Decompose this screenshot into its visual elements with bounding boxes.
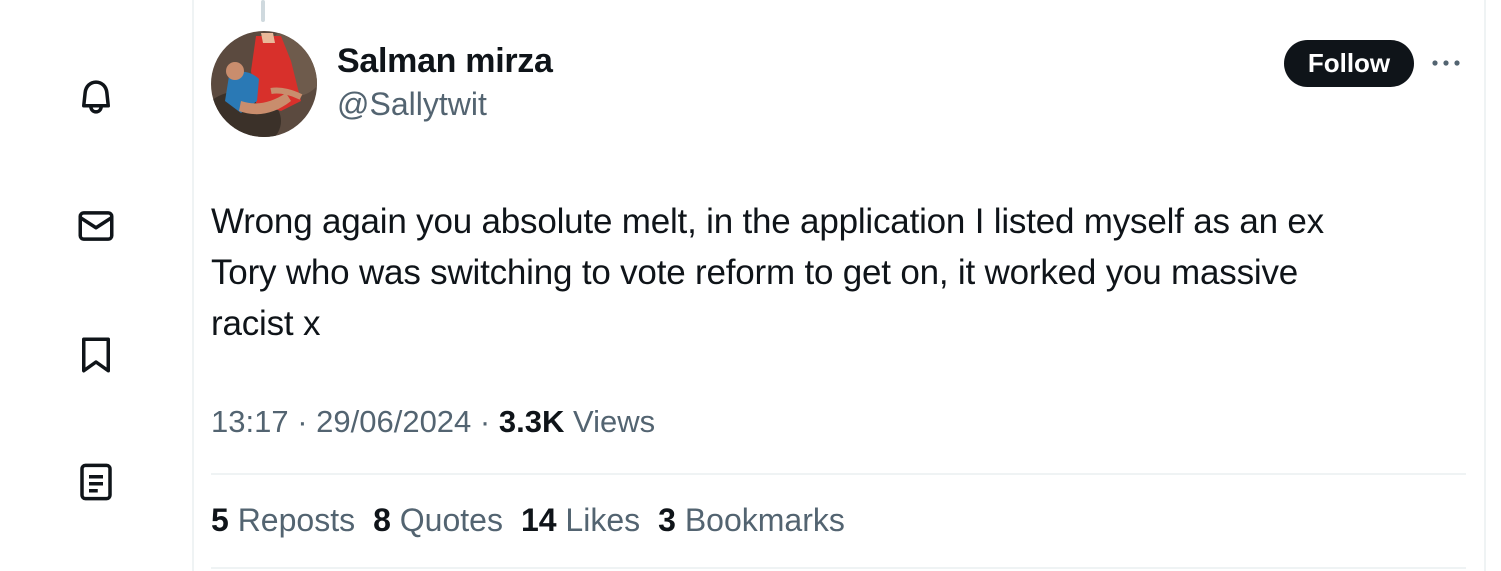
- stat-label: Likes: [565, 502, 641, 538]
- nav-notifications[interactable]: [66, 67, 126, 127]
- stat-count: 5: [211, 502, 229, 538]
- envelope-icon: [78, 211, 114, 241]
- thread-connector-line: [261, 0, 265, 22]
- nav-bookmarks[interactable]: [66, 325, 126, 385]
- views-label: Views: [572, 404, 656, 439]
- separator-dot: ·: [288, 404, 317, 439]
- divider-bottom: [211, 567, 1466, 569]
- separator-dot: ·: [471, 404, 499, 439]
- bookmark-icon: [82, 337, 110, 373]
- divider: [211, 473, 1466, 475]
- tweet-time[interactable]: 13:17: [211, 404, 289, 439]
- more-options-button[interactable]: [1428, 50, 1464, 76]
- views-count: 3.3K: [498, 404, 565, 439]
- follow-button[interactable]: Follow: [1284, 40, 1414, 87]
- stat-reposts[interactable]: 5 Reposts: [211, 502, 355, 539]
- avatar-image: [211, 31, 317, 137]
- stat-label: Bookmarks: [684, 502, 845, 538]
- stat-quotes[interactable]: 8 Quotes: [373, 502, 503, 539]
- more-dots-icon: [1432, 60, 1460, 66]
- tweet-detail-page: Salman mirza @Sallytwit Follow Wrong aga…: [0, 0, 1501, 571]
- side-nav: [0, 0, 192, 571]
- author-display-name[interactable]: Salman mirza: [337, 42, 553, 81]
- bell-icon: [82, 80, 110, 114]
- column-border-left: [192, 0, 194, 571]
- tweet-date[interactable]: 29/06/2024: [316, 404, 471, 439]
- stat-label: Reposts: [237, 502, 356, 538]
- nav-lists[interactable]: [66, 452, 126, 512]
- stat-bookmarks[interactable]: 3 Bookmarks: [658, 502, 845, 539]
- stat-label: Quotes: [399, 502, 503, 538]
- stat-count: 8: [373, 502, 391, 538]
- stat-count: 3: [658, 502, 676, 538]
- author-handle[interactable]: @Sallytwit: [337, 86, 487, 123]
- avatar[interactable]: [211, 31, 317, 137]
- tweet-meta: 13:17 · 29/06/2024 · 3.3K Views: [211, 404, 655, 440]
- engagement-stats: 5 Reposts 8 Quotes 14 Likes 3 Bookmarks: [211, 502, 845, 539]
- nav-messages[interactable]: [66, 196, 126, 256]
- stat-likes[interactable]: 14 Likes: [521, 502, 640, 539]
- tweet-text: Wrong again you absolute melt, in the ap…: [211, 202, 1324, 343]
- list-icon: [80, 463, 112, 501]
- column-border-right: [1484, 0, 1486, 571]
- stat-count: 14: [520, 502, 557, 538]
